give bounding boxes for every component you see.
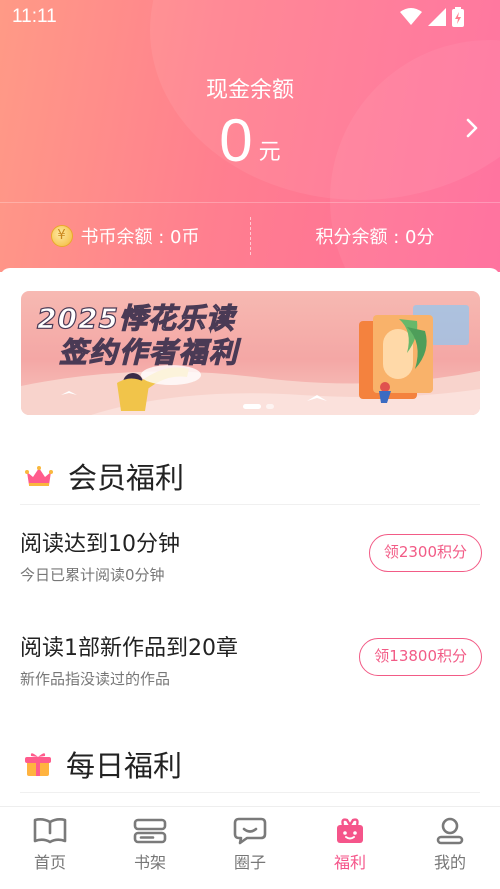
tab-label: 首页 xyxy=(33,853,66,872)
task-title: 阅读1部新作品到20章 xyxy=(20,636,238,661)
status-icons xyxy=(400,7,464,27)
pagination-dot-active xyxy=(243,404,261,409)
cash-balance-title: 现金余额 xyxy=(205,78,294,103)
benefits-content: 2025悸花乐读 签约作者福利 会员福利 阅读达到10分钟 今日已累计阅读0分钟… xyxy=(0,268,500,808)
bookshelf-icon xyxy=(133,818,167,844)
coin-icon: ¥ xyxy=(50,225,73,247)
balance-row: ¥ 书币余额 : 0币 积分余额 : 0分 xyxy=(0,202,500,268)
wallet-header: 11:11 现金余额 0元 ¥ 书币余额 : 0币 积分余额 : 0分 xyxy=(0,0,500,272)
gift-icon xyxy=(25,753,51,776)
section-title: 会员福利 xyxy=(68,461,185,495)
cash-amount-value: 0 xyxy=(219,107,253,174)
points-balance[interactable]: 积分余额 : 0分 xyxy=(250,203,500,269)
cash-amount-unit: 元 xyxy=(258,140,281,165)
task-subtitle: 今日已累计阅读0分钟 xyxy=(20,566,165,584)
task-item: 阅读1部新作品到20章 新作品指没读过的作品 领13800积分 xyxy=(20,630,482,700)
tab-bookshelf[interactable]: 书架 xyxy=(100,807,200,889)
chevron-right-icon[interactable] xyxy=(462,116,482,140)
member-benefits-header: 会员福利 xyxy=(24,454,484,498)
daily-benefits-header: 每日福利 xyxy=(24,742,484,786)
chat-bubble-icon xyxy=(233,817,267,845)
tab-circle[interactable]: 圈子 xyxy=(200,807,300,889)
divider xyxy=(20,792,480,793)
tab-label: 福利 xyxy=(333,853,366,872)
coin-balance[interactable]: ¥ 书币余额 : 0币 xyxy=(0,203,250,269)
crown-icon xyxy=(25,466,53,486)
gift-box-icon xyxy=(337,818,363,843)
divider xyxy=(20,504,480,505)
tab-label: 圈子 xyxy=(233,853,266,872)
claim-points-button[interactable]: 领13800积分 xyxy=(359,638,482,676)
profile-icon xyxy=(436,817,464,845)
claim-points-button[interactable]: 领2300积分 xyxy=(368,534,482,572)
tab-home[interactable]: 首页 xyxy=(0,807,100,889)
wifi-icon xyxy=(400,8,422,25)
status-bar: 11:11 xyxy=(0,0,500,34)
section-title: 每日福利 xyxy=(66,749,183,783)
tab-label: 书架 xyxy=(133,853,166,872)
book-open-icon xyxy=(33,818,67,844)
coin-balance-label: 书币余额 : 0币 xyxy=(80,227,200,248)
tab-welfare[interactable]: 福利 xyxy=(300,807,400,889)
battery-charging-icon xyxy=(452,7,464,27)
pagination-dot xyxy=(266,404,274,409)
banner-title-line2: 签约作者福利 xyxy=(58,335,240,369)
signal-icon xyxy=(428,8,446,26)
task-subtitle: 新作品指没读过的作品 xyxy=(20,670,171,688)
tab-me[interactable]: 我的 xyxy=(400,807,500,889)
promo-banner[interactable]: 2025悸花乐读 签约作者福利 xyxy=(21,291,480,415)
tab-label: 我的 xyxy=(433,853,466,872)
cash-balance: 0元 xyxy=(0,106,500,175)
task-item: 阅读达到10分钟 今日已累计阅读0分钟 领2300积分 xyxy=(20,526,482,596)
status-time: 11:11 xyxy=(12,6,57,27)
banner-pagination xyxy=(243,404,274,409)
bottom-tab-bar: 首页 书架 圈子 福利 我的 xyxy=(0,806,500,889)
task-title: 阅读达到10分钟 xyxy=(20,532,180,557)
points-balance-label: 积分余额 : 0分 xyxy=(315,227,435,248)
